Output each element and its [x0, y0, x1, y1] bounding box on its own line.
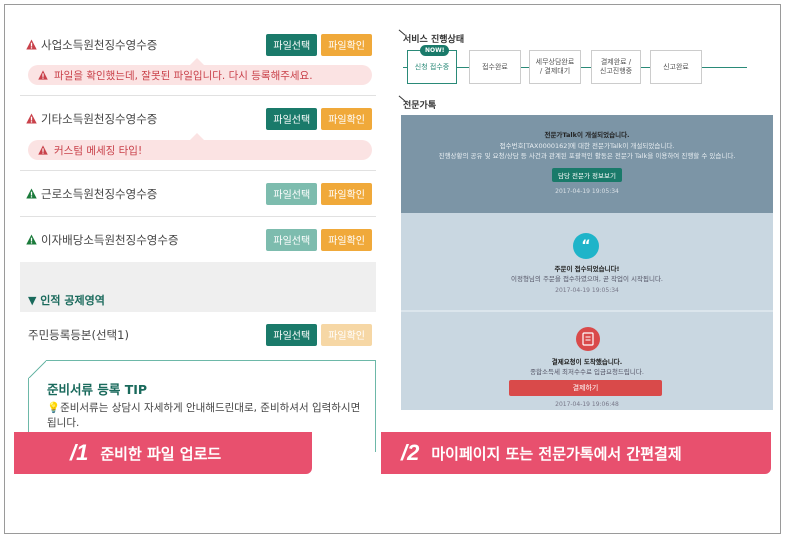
file-confirm-button[interactable]: 파일확인 [321, 323, 372, 346]
file-confirm-button[interactable]: 파일확인 [321, 182, 372, 205]
expert-info-button[interactable]: 담당 전문가 정보보기 [552, 168, 622, 182]
warning-icon [38, 145, 48, 155]
doc-row-interest-dividend: 이자배당소득원천징수영수증 파일선택 파일확인 [20, 217, 376, 262]
doc-row-earned-income: 근로소득원천징수영수증 파일선택 파일확인 [20, 171, 376, 216]
pay-button[interactable]: 결제하기 [509, 380, 662, 396]
section-title[interactable]: ▼ 인적 공제영역 [20, 288, 376, 312]
chat-date-1: 2017-04-19 19:05:34 [555, 188, 619, 195]
tip-body: 💡준비서류는 상담시 자세하게 안내해드린대로, 준비하셔서 입력하시면 됩니다… [47, 402, 361, 429]
error-message: 파일을 확인했는데, 잘못된 파일입니다. 다시 등록해주세요. [28, 58, 372, 85]
now-badge: NOW! [420, 45, 450, 56]
step-4: 결제완료 / 신고진행중 [591, 50, 641, 84]
caption-text: 준비한 파일 업로드 [100, 444, 222, 463]
warning-icon [26, 234, 37, 245]
chat-label: 전문가톡 [403, 101, 437, 111]
tip-title: 준비서류 등록 TIP [47, 382, 148, 397]
warning-icon [26, 113, 37, 124]
chat-date-2: 2017-04-19 19:05:34 [555, 287, 619, 294]
status-label: 서비스 진행상태 [403, 35, 465, 45]
chat-opened-title: 전문가Talk이 개설되었습니다. [544, 131, 630, 139]
doc-title: 이자배당소득원천징수영수증 [41, 232, 179, 247]
progress-steps: NOW! 신청 접수중 접수완료 세무상담완료 / 결제대기 결제완료 / 신고… [403, 45, 763, 84]
caption-text: 마이페이지 또는 전문가톡에서 간편결제 [431, 444, 682, 463]
document-icon [576, 327, 600, 351]
error-message: 커스텀 메세징 타입! [28, 133, 372, 160]
doc-row-resident-register: 주민등록등본(선택1) 파일선택 파일확인 [20, 312, 376, 357]
chat-date-3: 2017-04-19 19:06:48 [555, 401, 619, 408]
file-select-button[interactable]: 파일선택 [266, 33, 318, 56]
doc-title: 근로소득원천징수영수증 [41, 186, 158, 201]
file-select-button[interactable]: 파일선택 [266, 323, 318, 346]
doc-title: 주민등록등본(선택1) [28, 327, 129, 342]
lightbulb-icon: 💡 [47, 402, 61, 414]
caption-step-2: /2 마이페이지 또는 전문가톡에서 간편결제 [381, 432, 771, 474]
chat-opened-line1: 접수번호[TAX0000162]에 대한 전문가Talk이 개설되었습니다. [499, 142, 675, 150]
file-confirm-button[interactable]: 파일확인 [321, 228, 372, 251]
order-line: 이정형님의 주문을 접수하였으며, 곧 작업이 시작됩니다. [510, 275, 663, 283]
file-select-button[interactable]: 파일선택 [266, 182, 318, 205]
caption-number: /1 [70, 440, 89, 465]
order-title: 주문이 접수되었습니다! [554, 265, 620, 273]
warning-icon [38, 70, 48, 80]
step-1: NOW! 신청 접수중 [407, 45, 457, 84]
file-confirm-button[interactable]: 파일확인 [321, 107, 372, 130]
doc-title: 기타소득원천징수영수증 [41, 111, 158, 126]
error-text: 커스텀 메세징 타입! [54, 144, 143, 157]
chat-opened-line2: 진행상황의 공유 및 요청/상담 등 사건과 관계된 포괄적인 활동은 전문가 … [438, 152, 736, 160]
error-text: 파일을 확인했는데, 잘못된 파일입니다. 다시 등록해주세요. [54, 69, 313, 82]
step-3: 세무상담완료 / 결제대기 [529, 50, 581, 84]
pay-title: 결제요청이 도착했습니다. [551, 358, 623, 366]
warning-icon [26, 39, 37, 50]
step-2: 접수완료 [469, 50, 521, 84]
service-status-panel: 서비스 진행상태 NOW! 신청 접수중 접수완료 세무상담완료 / 결제대기 … [391, 24, 773, 410]
file-confirm-button[interactable]: 파일확인 [321, 33, 372, 56]
pay-line: 종합소득세 최저수수료 입금요청드립니다. [530, 368, 644, 376]
document-upload-panel: 사업소득원천징수영수증 파일선택 파일확인 파일을 확인했는데, 잘못된 파일입… [20, 22, 376, 452]
caption-step-1: /1 준비한 파일 업로드 [14, 432, 312, 474]
step-5: 신고완료 [650, 50, 702, 84]
expert-chat: 전문가Talk이 개설되었습니다. 접수번호[TAX0000162]에 대한 전… [401, 115, 773, 410]
caption-number: /2 [401, 440, 420, 465]
file-select-button[interactable]: 파일선택 [266, 228, 318, 251]
warning-icon [26, 188, 37, 199]
quote-icon: “ [573, 233, 599, 259]
doc-title: 사업소득원천징수영수증 [41, 37, 158, 52]
file-select-button[interactable]: 파일선택 [266, 107, 318, 130]
